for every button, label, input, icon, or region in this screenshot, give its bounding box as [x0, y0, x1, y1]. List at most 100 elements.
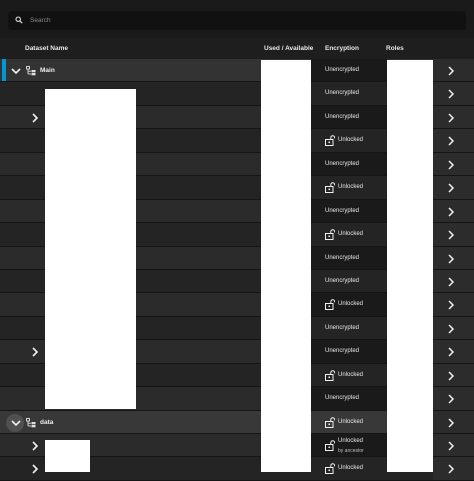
chevron-right-icon: [448, 136, 455, 146]
row-details-button[interactable]: [433, 82, 474, 105]
encryption-status: Unencrypted: [325, 348, 360, 355]
column-header-used[interactable]: Used / Available: [264, 45, 313, 52]
unlocked-padlock-icon: [325, 463, 335, 475]
encryption-status-detail: by ancestor: [338, 448, 364, 454]
encryption-cell: Unlocked: [311, 293, 387, 316]
encryption-status: Unlocked: [338, 301, 364, 308]
row-details-button[interactable]: [433, 387, 474, 410]
chevron-down-icon[interactable]: [11, 418, 21, 428]
chevron-right-icon: [448, 464, 455, 474]
dataset-name: Main: [40, 67, 55, 74]
dataset-name: data: [40, 418, 54, 426]
row-details-button[interactable]: [433, 340, 474, 363]
encryption-cell: Unencrypted: [311, 246, 387, 269]
encryption-status: Unlocked: [338, 371, 364, 378]
encryption-cell: Unlocked: [311, 364, 387, 386]
chevron-right-icon[interactable]: [30, 347, 40, 357]
encryption-status: Unencrypted: [325, 67, 360, 73]
encryption-cell: Unencrypted: [311, 340, 387, 363]
encryption-cell: Unencrypted: [311, 270, 387, 292]
encryption-cell: Unlocked: [311, 176, 387, 198]
chevron-down-icon[interactable]: [11, 66, 21, 76]
column-header-name[interactable]: Dataset Name: [25, 45, 68, 52]
encryption-status: Unencrypted: [325, 113, 360, 120]
chevron-right-icon: [448, 394, 455, 404]
encryption-cell: Unencrypted: [311, 317, 387, 339]
unlocked-padlock-icon: [325, 369, 335, 381]
encryption-status: Unencrypted: [325, 160, 360, 167]
encryption-status: Unlocked: [338, 438, 364, 444]
row-details-button[interactable]: [433, 176, 474, 199]
encryption-status: Unencrypted: [325, 277, 360, 284]
row-details-button[interactable]: [433, 434, 474, 457]
redacted-roles-column: [387, 60, 433, 472]
row-details-button[interactable]: [433, 316, 474, 340]
unlocked-padlock-icon: [325, 440, 335, 451]
unlocked-padlock-icon: [325, 135, 335, 147]
row-details-button[interactable]: [433, 152, 474, 176]
chevron-right-icon: [448, 300, 455, 310]
row-details-button[interactable]: [433, 129, 474, 152]
chevron-right-icon: [448, 113, 455, 123]
encryption-cell: Unlocked: [311, 457, 387, 479]
chevron-right-icon: [448, 441, 455, 451]
search-icon: [15, 16, 23, 24]
row-details-button[interactable]: [433, 105, 474, 129]
chevron-right-icon[interactable]: [30, 113, 40, 123]
row-details-button[interactable]: [433, 269, 474, 293]
chevron-right-icon: [448, 66, 455, 76]
search-input[interactable]: [30, 14, 450, 27]
encryption-cell: Unencrypted: [311, 105, 387, 129]
row-details-button[interactable]: [433, 199, 474, 223]
encryption-status: Unlocked: [338, 184, 364, 191]
encryption-cell: Unlocked: [311, 411, 387, 433]
chevron-right-icon: [448, 89, 455, 99]
encryption-status: Unlocked: [338, 465, 364, 472]
encryption-status: Unencrypted: [325, 254, 360, 261]
column-header-roles[interactable]: Roles: [386, 45, 404, 52]
encryption-cell: Unlocked: [311, 129, 387, 151]
chevron-right-icon: [448, 371, 455, 381]
chevron-right-icon: [448, 324, 455, 334]
table-header: Dataset Name Used / Available Encryption…: [0, 38, 474, 59]
row-details-button[interactable]: [433, 293, 474, 316]
chevron-right-icon: [448, 253, 455, 264]
encryption-cell: Unencrypted: [311, 82, 387, 104]
chevron-right-icon[interactable]: [30, 441, 40, 451]
chevron-right-icon[interactable]: [30, 464, 40, 475]
unlocked-padlock-icon: [325, 299, 335, 311]
encryption-cell: Unlocked by ancestor: [311, 434, 387, 457]
top-bar: [0, 0, 474, 38]
chevron-right-icon: [448, 207, 455, 217]
encryption-status: Unencrypted: [325, 395, 360, 402]
encryption-cell: Unencrypted: [311, 199, 387, 223]
encryption-status: Unlocked: [338, 418, 364, 425]
unlocked-padlock-icon: [325, 229, 335, 241]
chevron-right-icon: [448, 183, 455, 193]
dataset-tree-icon: [26, 417, 36, 427]
redacted-dataset-names: [45, 89, 136, 409]
encryption-cell: Unencrypted: [311, 59, 387, 82]
encryption-status: Unencrypted: [325, 207, 360, 214]
redacted-dataset-names-2: [45, 440, 90, 472]
chevron-right-icon: [448, 160, 455, 170]
row-details-button[interactable]: [433, 457, 474, 480]
redacted-used-column: [261, 60, 311, 472]
row-details-button[interactable]: [433, 223, 474, 246]
row-details-button[interactable]: [433, 363, 474, 387]
unlocked-padlock-icon: [325, 182, 335, 194]
row-details-button[interactable]: [433, 59, 474, 82]
chevron-right-icon: [448, 277, 455, 287]
chevron-right-icon: [448, 230, 455, 240]
row-details-button[interactable]: [433, 246, 474, 269]
row-details-button[interactable]: [433, 410, 474, 433]
encryption-status: Unencrypted: [325, 324, 360, 331]
column-header-encryption[interactable]: Encryption: [325, 45, 359, 52]
encryption-status: Unlocked: [338, 137, 364, 144]
encryption-cell: Unlocked: [311, 223, 387, 245]
selected-row-indicator: [2, 59, 6, 82]
encryption-cell: Unencrypted: [311, 387, 387, 410]
encryption-status: Unencrypted: [325, 90, 360, 97]
dataset-tree-icon: [26, 66, 36, 76]
search-box[interactable]: [8, 11, 466, 30]
